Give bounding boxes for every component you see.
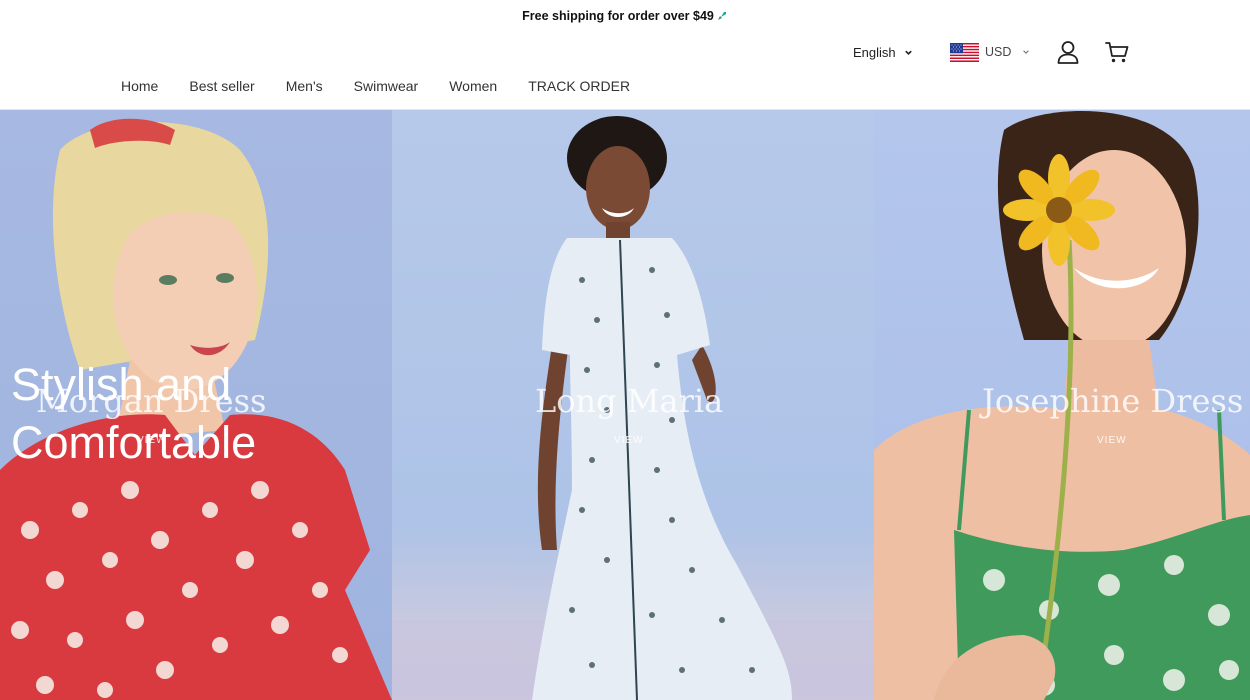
- hero-panel-long-maria[interactable]: Long Maria VIEW: [392, 110, 874, 700]
- hero-headline: Stylish and Comfortable: [11, 356, 256, 472]
- rocket-icon: [717, 12, 726, 20]
- collection-title-long-maria: Long Maria: [535, 382, 724, 420]
- main-nav: Home Best seller Men's Swimwear Women TR…: [121, 76, 661, 96]
- announcement-bar: Free shipping for order over $49: [0, 0, 1250, 32]
- nav-item-best-seller[interactable]: Best seller: [189, 78, 254, 94]
- us-flag-icon: [950, 42, 979, 62]
- currency-label: USD: [985, 45, 1012, 59]
- user-icon[interactable]: [1055, 39, 1081, 65]
- nav-item-mens[interactable]: Men's: [286, 78, 323, 94]
- currency-selector[interactable]: USD: [950, 38, 1030, 66]
- hero-banner: Morgan Dress VIEW Long Maria VIEW Joseph…: [0, 110, 1250, 700]
- nav-item-women[interactable]: Women: [449, 78, 497, 94]
- nav-item-track-order[interactable]: TRACK ORDER: [528, 78, 630, 94]
- cart-icon[interactable]: [1104, 39, 1130, 65]
- collection-title-josephine-dress: Josephine Dress: [982, 382, 1244, 420]
- nav-item-swimwear[interactable]: Swimwear: [354, 78, 419, 94]
- language-label: English: [853, 44, 896, 60]
- hero-panel-josephine-dress[interactable]: Josephine Dress VIEW: [874, 110, 1250, 700]
- nav-item-home[interactable]: Home: [121, 78, 158, 94]
- hero-headline-line-2: Comfortable: [11, 417, 257, 468]
- language-selector[interactable]: English: [853, 38, 913, 66]
- hero-headline-line-1: Stylish and: [11, 359, 232, 410]
- chevron-down-icon: [1023, 50, 1030, 54]
- free-shipping-text: Free shipping for order over $49: [522, 9, 714, 23]
- collection-view-link-josephine[interactable]: VIEW: [1097, 435, 1127, 446]
- collection-view-link-long-maria[interactable]: VIEW: [614, 435, 644, 446]
- chevron-down-icon: [904, 50, 912, 55]
